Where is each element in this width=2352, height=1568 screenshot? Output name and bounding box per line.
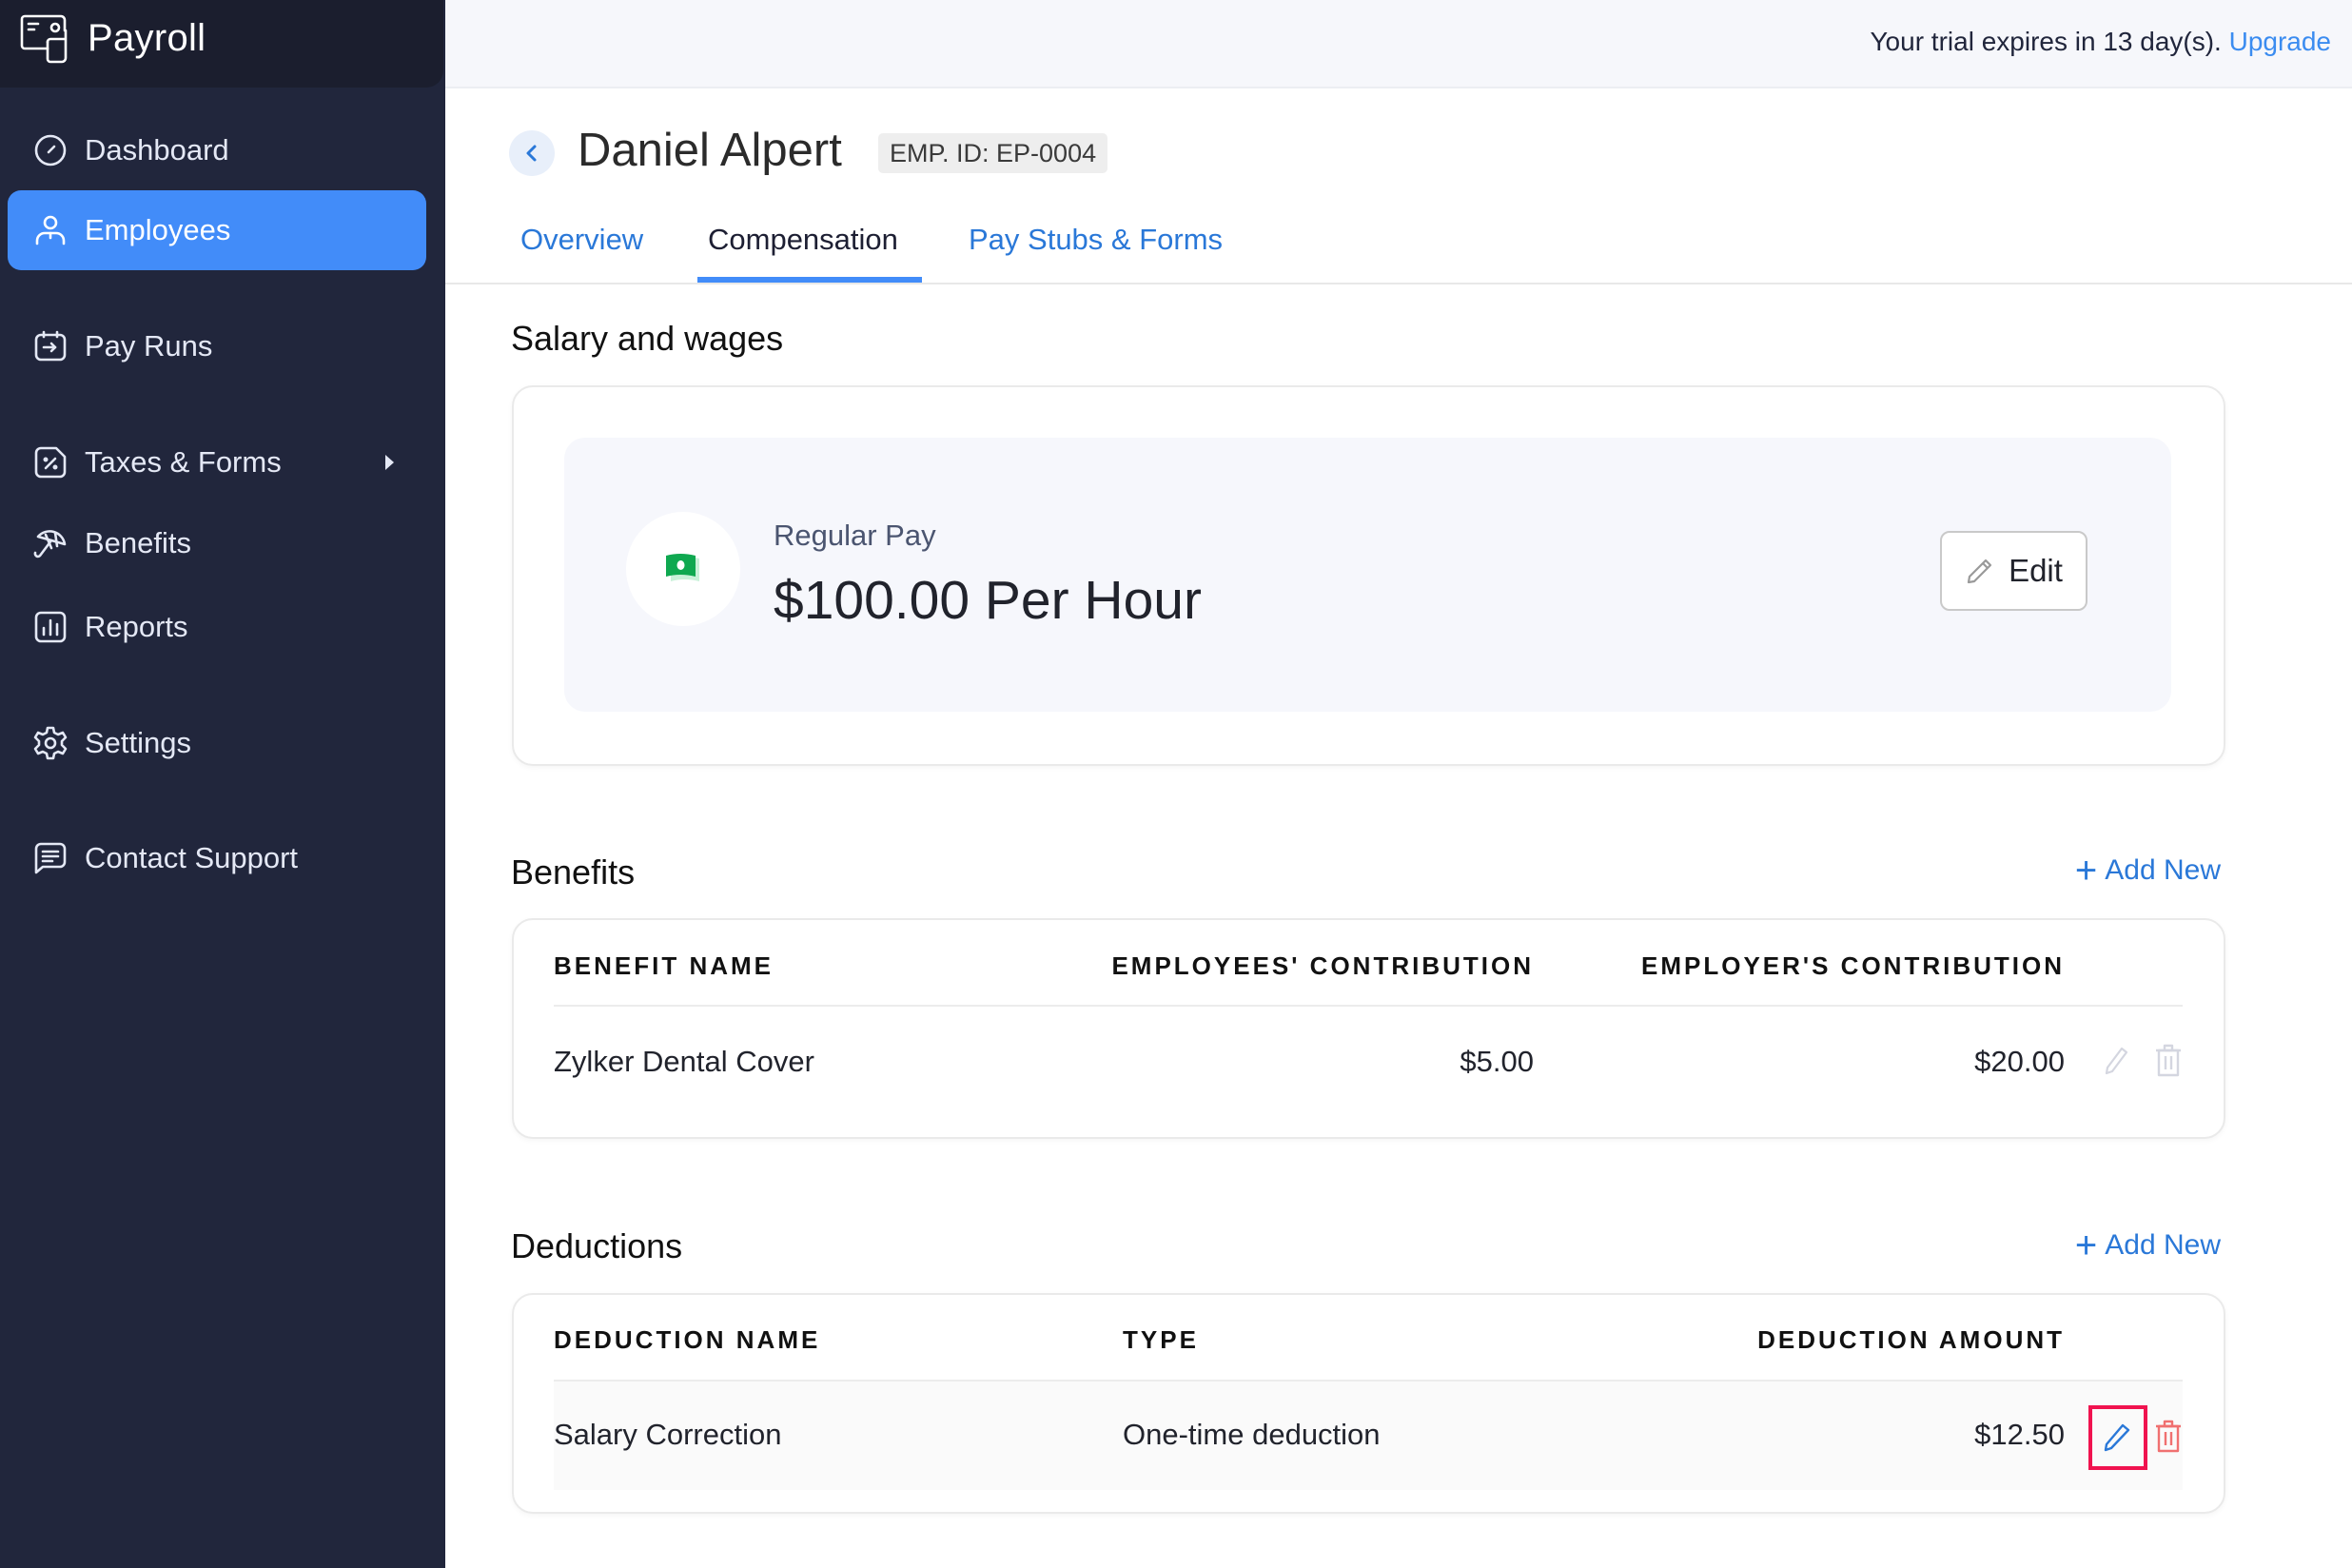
sidebar-item-label: Contact Support bbox=[85, 841, 299, 874]
benefit-name-cell: Zylker Dental Cover bbox=[554, 1045, 814, 1078]
bar-chart-icon bbox=[32, 609, 69, 645]
plus-icon: + bbox=[2074, 1225, 2098, 1266]
employee-contribution-cell: $5.00 bbox=[1460, 1045, 1534, 1078]
tab-overview[interactable]: Overview bbox=[520, 223, 643, 257]
edit-highlight-box bbox=[2088, 1405, 2147, 1470]
chevron-left-icon bbox=[526, 145, 537, 162]
tab-pay-stubs-forms[interactable]: Pay Stubs & Forms bbox=[969, 223, 1223, 257]
sidebar-item-label: Reports bbox=[85, 610, 188, 643]
sidebar-item-pay-runs[interactable]: Pay Runs bbox=[8, 306, 426, 386]
sidebar-item-label: Benefits bbox=[85, 526, 192, 559]
delete-benefit-button[interactable] bbox=[2151, 1041, 2185, 1079]
trial-text: Your trial expires in 13 day(s). bbox=[1870, 27, 2222, 56]
sidebar-item-reports[interactable]: Reports bbox=[8, 587, 426, 667]
column-header-employers-contribution: EMPLOYER'S CONTRIBUTION bbox=[1641, 951, 2065, 980]
percent-tax-icon bbox=[32, 444, 69, 480]
column-header-deduction-name: DEDUCTION NAME bbox=[554, 1325, 821, 1354]
add-deduction-button[interactable]: + Add New bbox=[2074, 1225, 2221, 1266]
add-new-label: Add New bbox=[2105, 1229, 2221, 1261]
pay-runs-calendar-icon bbox=[32, 328, 69, 364]
column-header-benefit-name: BENEFIT NAME bbox=[554, 951, 774, 980]
user-icon bbox=[32, 212, 69, 248]
sidebar-item-label: Dashboard bbox=[85, 133, 229, 167]
trial-notice: Your trial expires in 13 day(s). Upgrade bbox=[1870, 27, 2331, 57]
sidebar-item-settings[interactable]: Settings bbox=[8, 703, 426, 783]
employee-id-badge: EMP. ID: EP-0004 bbox=[878, 133, 1108, 173]
add-benefit-button[interactable]: + Add New bbox=[2074, 850, 2221, 892]
chat-icon bbox=[32, 840, 69, 876]
benefits-section-title: Benefits bbox=[511, 853, 636, 892]
trash-icon bbox=[2156, 1044, 2181, 1077]
delete-deduction-button[interactable] bbox=[2151, 1417, 2185, 1455]
regular-pay-amount: $100.00 Per Hour bbox=[774, 570, 1202, 631]
employer-contribution-cell: $20.00 bbox=[1974, 1045, 2065, 1078]
edit-salary-button[interactable]: Edit bbox=[1940, 531, 2087, 611]
column-header-deduction-amount: DEDUCTION AMOUNT bbox=[1757, 1325, 2065, 1354]
gear-icon bbox=[32, 725, 69, 761]
table-divider bbox=[554, 1005, 2183, 1007]
deduction-name-cell: Salary Correction bbox=[554, 1418, 782, 1451]
sidebar-item-label: Employees bbox=[85, 213, 231, 246]
sidebar-item-label: Settings bbox=[85, 726, 192, 759]
sidebar-item-contact-support[interactable]: Contact Support bbox=[8, 818, 426, 898]
money-icon bbox=[666, 554, 699, 581]
column-header-employees-contribution: EMPLOYEES' CONTRIBUTION bbox=[1111, 951, 1534, 980]
payroll-logo-icon bbox=[20, 14, 68, 64]
deduction-type-cell: One-time deduction bbox=[1123, 1418, 1381, 1451]
app-header: Payroll bbox=[0, 0, 443, 88]
umbrella-icon bbox=[32, 525, 69, 561]
app-name: Payroll bbox=[88, 17, 206, 59]
deductions-section-title: Deductions bbox=[511, 1226, 683, 1265]
sidebar-item-label: Taxes & Forms bbox=[85, 445, 282, 479]
tab-compensation[interactable]: Compensation bbox=[708, 223, 898, 257]
upgrade-link[interactable]: Upgrade bbox=[2229, 27, 2331, 56]
edit-benefit-button[interactable] bbox=[2100, 1041, 2134, 1079]
pencil-icon bbox=[2105, 1047, 2128, 1075]
plus-icon: + bbox=[2074, 850, 2098, 892]
sidebar-item-employees[interactable]: Employees bbox=[8, 190, 426, 270]
dashboard-gauge-icon bbox=[32, 132, 69, 168]
sidebar-item-taxes-forms[interactable]: Taxes & Forms bbox=[8, 422, 426, 502]
chevron-right-icon bbox=[385, 455, 394, 470]
sidebar-item-label: Pay Runs bbox=[85, 329, 213, 363]
add-new-label: Add New bbox=[2105, 854, 2221, 886]
column-header-type: TYPE bbox=[1123, 1325, 1199, 1354]
edit-label: Edit bbox=[2009, 553, 2063, 588]
salary-section-title: Salary and wages bbox=[511, 319, 784, 358]
pay-icon-container bbox=[626, 512, 740, 626]
top-bar: Your trial expires in 13 day(s). Upgrade bbox=[445, 0, 2352, 88]
sidebar-item-benefits[interactable]: Benefits bbox=[8, 503, 426, 583]
regular-pay-label: Regular Pay bbox=[774, 519, 936, 552]
sidebar-item-dashboard[interactable]: Dashboard bbox=[8, 110, 426, 190]
trash-icon bbox=[2156, 1420, 2181, 1453]
tabs-divider bbox=[445, 283, 2352, 284]
pencil-icon bbox=[1967, 559, 1992, 584]
employee-name: Daniel Alpert bbox=[578, 125, 842, 176]
deduction-amount-cell: $12.50 bbox=[1974, 1418, 2065, 1451]
sidebar: Payroll Dashboard Employees Pay Runs Tax… bbox=[0, 0, 445, 1568]
back-button[interactable] bbox=[509, 130, 555, 176]
